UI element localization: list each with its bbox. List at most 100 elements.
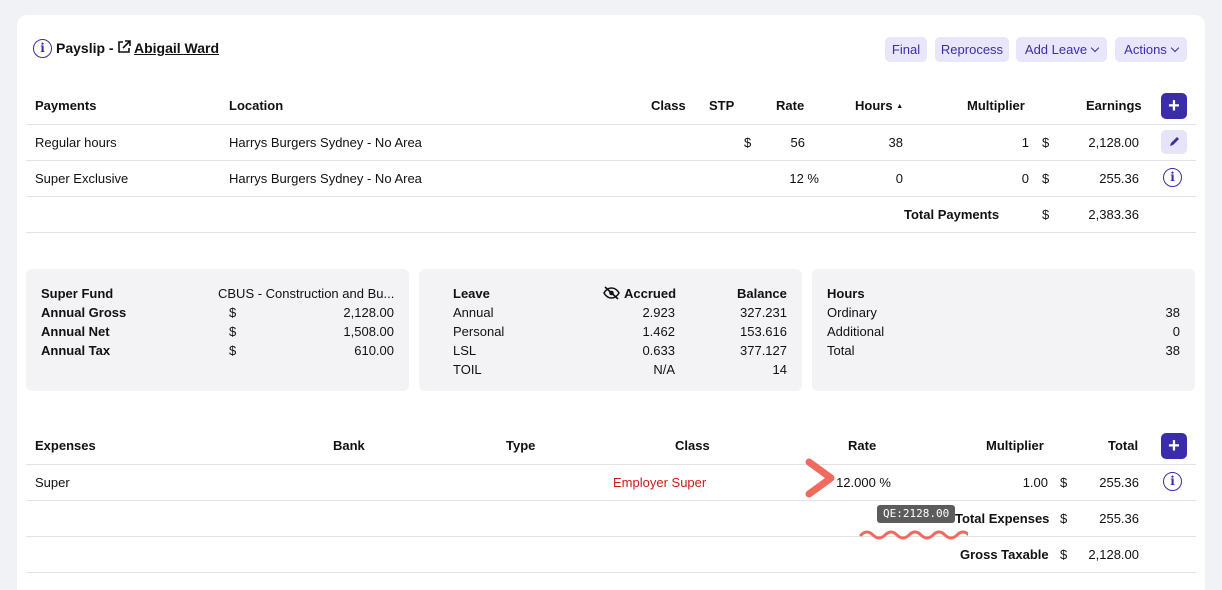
payment-location: Harrys Burgers Sydney - No Area bbox=[229, 171, 422, 186]
leave-type: Annual bbox=[453, 305, 494, 320]
employee-name-link[interactable]: Abigail Ward bbox=[134, 40, 219, 56]
hours-label: Additional bbox=[827, 324, 885, 339]
earnings-currency: $ bbox=[1042, 135, 1050, 150]
total-payments-currency: $ bbox=[1042, 207, 1050, 222]
annual-tax-currency: $ bbox=[229, 343, 237, 358]
annual-tax-value: 610.00 bbox=[354, 343, 394, 358]
leave-balance: 153.616 bbox=[740, 324, 787, 339]
chevron-down-icon bbox=[1170, 43, 1180, 53]
info-icon[interactable]: i bbox=[33, 39, 52, 58]
expense-name: Super bbox=[35, 475, 70, 490]
location-header: Location bbox=[229, 98, 284, 113]
earnings-header: Earnings bbox=[1086, 98, 1142, 113]
total-expenses-label: Total Expenses bbox=[955, 511, 1050, 526]
leave-balance: 327.231 bbox=[740, 305, 787, 320]
leave-type: TOIL bbox=[453, 362, 482, 377]
edit-button[interactable] bbox=[1161, 130, 1187, 154]
eye-off-icon[interactable] bbox=[603, 286, 620, 300]
total-header: Total bbox=[1108, 438, 1139, 453]
payment-multiplier: 1 bbox=[1021, 135, 1029, 150]
rate-header: Rate bbox=[776, 98, 805, 113]
expenses-header: Expenses bbox=[35, 438, 96, 453]
chevron-down-icon bbox=[1090, 43, 1100, 53]
hours-value: 38 bbox=[1165, 343, 1180, 358]
leave-balance: 377.127 bbox=[740, 343, 787, 358]
payment-name: Super Exclusive bbox=[35, 171, 129, 186]
leave-panel: Leave Accrued Balance Annual 2.923 327.2… bbox=[419, 269, 802, 391]
tooltip: QE:2128.00 bbox=[877, 505, 956, 523]
expense-multiplier: 1.00 bbox=[1022, 475, 1048, 490]
payment-multiplier: 0 bbox=[1021, 171, 1029, 186]
hours-panel-title: Hours bbox=[827, 286, 865, 301]
leave-header: Leave bbox=[453, 286, 490, 301]
payment-rate: 56 bbox=[790, 135, 805, 150]
annual-gross-value: 2,128.00 bbox=[343, 305, 394, 320]
super-panel: Super Fund CBUS - Construction and Bu...… bbox=[26, 269, 409, 391]
total-payments-label: Total Payments bbox=[904, 207, 1000, 222]
total-payments-value: 2,383.36 bbox=[1088, 207, 1139, 222]
leave-accrued: 2.923 bbox=[642, 305, 675, 320]
leave-accrued: 0.633 bbox=[642, 343, 675, 358]
bank-header: Bank bbox=[333, 438, 365, 453]
leave-accrued: N/A bbox=[653, 362, 675, 377]
pencil-icon bbox=[1170, 137, 1179, 146]
payment-hours: 38 bbox=[888, 135, 903, 150]
leave-accrued: 1.462 bbox=[642, 324, 675, 339]
total-expenses-value: 255.36 bbox=[1099, 511, 1139, 526]
gross-taxable-label: Gross Taxable bbox=[960, 547, 1049, 562]
annual-net-currency: $ bbox=[229, 324, 237, 339]
earnings-currency: $ bbox=[1042, 171, 1050, 186]
payment-location: Harrys Burgers Sydney - No Area bbox=[229, 135, 422, 150]
external-link-icon[interactable] bbox=[117, 40, 131, 54]
payment-earnings: 2,128.00 bbox=[1088, 135, 1139, 150]
squiggle-underline bbox=[859, 530, 968, 540]
expense-class: Employer Super bbox=[613, 475, 707, 490]
annual-net-label: Annual Net bbox=[41, 324, 110, 339]
super-fund-label: Super Fund bbox=[41, 286, 114, 301]
annual-net-value: 1,508.00 bbox=[343, 324, 394, 339]
hours-panel: Hours Ordinary 38 Additional 0 Total 38 bbox=[812, 269, 1195, 391]
payment-rate: 12 % bbox=[789, 171, 819, 186]
multiplier-header: Multiplier bbox=[986, 438, 1044, 453]
multiplier-header: Multiplier bbox=[967, 98, 1025, 113]
class-header: Class bbox=[675, 438, 710, 453]
annual-gross-label: Annual Gross bbox=[41, 305, 127, 320]
rate-header: Rate bbox=[848, 438, 877, 453]
hours-value: 0 bbox=[1172, 324, 1180, 339]
hours-header[interactable]: Hours ▲ bbox=[855, 98, 903, 113]
payments-header: Payments bbox=[35, 98, 97, 113]
payslip-card: i Payslip - Abigail Ward Final Reprocess… bbox=[17, 15, 1205, 590]
class-header: Class bbox=[651, 98, 686, 113]
payment-hours: 0 bbox=[895, 171, 903, 186]
payment-name: Regular hours bbox=[35, 135, 117, 150]
hours-value: 38 bbox=[1165, 305, 1180, 320]
gross-taxable-value: 2,128.00 bbox=[1088, 547, 1139, 562]
hours-label: Total bbox=[827, 343, 855, 358]
actions-label: Actions bbox=[1124, 42, 1167, 57]
payslip-title: Payslip - bbox=[56, 40, 114, 56]
final-button[interactable]: Final bbox=[885, 37, 927, 62]
pointer-chevron-icon bbox=[805, 458, 835, 498]
type-header: Type bbox=[506, 438, 536, 453]
info-icon[interactable]: i bbox=[1163, 168, 1182, 187]
hours-label: Ordinary bbox=[827, 305, 877, 320]
expense-total: 255.36 bbox=[1099, 475, 1139, 490]
accrued-header: Accrued bbox=[624, 286, 677, 301]
add-payment-button[interactable]: + bbox=[1161, 93, 1187, 119]
leave-type: LSL bbox=[453, 343, 477, 358]
annual-gross-currency: $ bbox=[229, 305, 237, 320]
add-expense-button[interactable]: + bbox=[1161, 433, 1187, 459]
sort-asc-icon: ▲ bbox=[896, 103, 904, 110]
info-icon[interactable]: i bbox=[1163, 472, 1182, 491]
actions-button[interactable]: Actions bbox=[1115, 37, 1187, 62]
leave-type: Personal bbox=[453, 324, 505, 339]
stp-header: STP bbox=[709, 98, 735, 113]
add-leave-button[interactable]: Add Leave bbox=[1016, 37, 1107, 62]
add-leave-label: Add Leave bbox=[1024, 42, 1088, 57]
hours-header-label: Hours bbox=[855, 98, 893, 113]
leave-balance: 14 bbox=[772, 362, 787, 377]
reprocess-button[interactable]: Reprocess bbox=[935, 37, 1009, 62]
annual-tax-label: Annual Tax bbox=[41, 343, 111, 358]
balance-header: Balance bbox=[737, 286, 787, 301]
super-fund-value: CBUS - Construction and Bu... bbox=[218, 286, 395, 301]
